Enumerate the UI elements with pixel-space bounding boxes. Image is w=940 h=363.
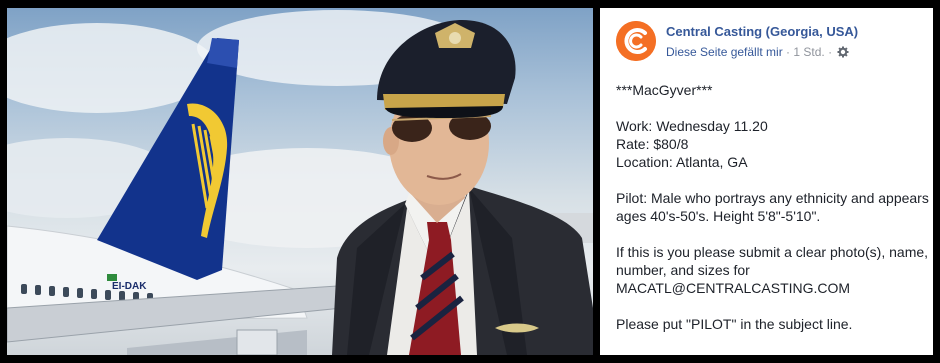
post-title-line: ***MacGyver*** [616, 82, 713, 98]
gear-icon[interactable] [837, 46, 849, 58]
post-body: ***MacGyver*** Work: Wednesday 11.20 Rat… [616, 81, 930, 333]
aircraft-registration: EI-DAK [112, 281, 147, 292]
post-header: Central Casting (Georgia, USA) Diese Sei… [616, 21, 926, 63]
airplane-engine [236, 329, 278, 355]
subject-line-instructions: Please put "PILOT" in the subject line. [616, 316, 853, 332]
like-page-link[interactable]: Diese Seite gefällt mir [666, 45, 783, 59]
page-avatar[interactable] [616, 21, 656, 61]
photo-illustration: EI-DAK [7, 10, 593, 355]
rate-line: Rate: $80/8 [616, 136, 689, 152]
role-description: Pilot: Male who portrays any ethnicity a… [616, 190, 929, 224]
location-line: Location: Atlanta, GA [616, 154, 748, 170]
work-date-line: Work: Wednesday 11.20 [616, 118, 768, 134]
post-panel: Central Casting (Georgia, USA) Diese Sei… [600, 8, 933, 355]
submission-instructions: If this is you please submit a clear pho… [616, 244, 929, 278]
page-name-link[interactable]: Central Casting (Georgia, USA) [666, 24, 858, 39]
contact-email: MACATL@CENTRALCASTING.COM [616, 280, 851, 296]
flag-icon [107, 274, 117, 281]
post-timestamp[interactable]: 1 Std. [793, 45, 824, 59]
central-casting-logo-icon [616, 21, 656, 61]
meta-separator: · [782, 45, 794, 59]
meta-separator: · [824, 45, 836, 59]
post-photo[interactable]: EI-DAK [7, 8, 593, 355]
post-meta: Diese Seite gefällt mir · 1 Std. · [666, 45, 849, 59]
